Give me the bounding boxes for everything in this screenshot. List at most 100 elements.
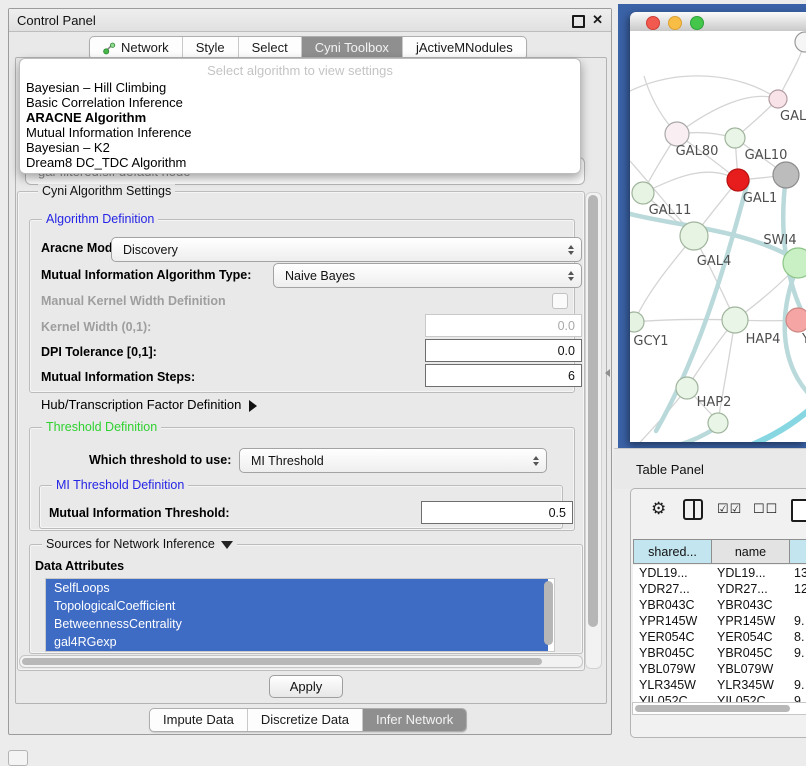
table-cell[interactable]: 8. <box>794 629 804 645</box>
dropdown-item[interactable]: Bayesian – K2 <box>20 140 580 155</box>
apply-button[interactable]: Apply <box>269 675 343 698</box>
hub-transcription-factor-section[interactable]: Hub/Transcription Factor Definition <box>41 397 257 412</box>
scrollbar-thumb[interactable] <box>588 195 598 627</box>
scrollbar-thumb[interactable] <box>22 658 542 665</box>
table-row[interactable]: YIL052C YIL052C 9. <box>633 693 806 702</box>
tab-cyni-toolbox[interactable]: Cyni Toolbox <box>301 37 402 59</box>
scrollbar-thumb[interactable] <box>635 705 790 712</box>
table-row[interactable]: YBL079W YBL079W <box>633 661 806 677</box>
table-horizontal-scrollbar[interactable] <box>632 702 806 715</box>
settings-horizontal-scrollbar[interactable] <box>19 655 583 668</box>
table-cell[interactable]: 12 <box>794 581 806 597</box>
table-row[interactable]: YBR045CYBR045C9. <box>633 645 806 661</box>
table-cell[interactable]: YER054C <box>639 629 695 645</box>
table-row[interactable]: YER054C YER054C 8. <box>633 629 806 645</box>
column-header-partial[interactable] <box>789 539 806 564</box>
table-row[interactable]: YDR27... YDR27... 12 <box>633 581 806 597</box>
list-item[interactable]: SelfLoops <box>46 579 548 597</box>
tab-infer-network[interactable]: Infer Network <box>362 709 466 731</box>
network-node[interactable] <box>727 169 749 191</box>
table-row[interactable]: YBR043C YBR043C <box>633 597 806 613</box>
expand-arrow-icon[interactable] <box>249 400 257 412</box>
tab-discretize-data[interactable]: Discretize Data <box>247 709 362 731</box>
table-cell[interactable]: YBR045C <box>639 645 695 661</box>
which-threshold-combobox[interactable]: MI Threshold <box>239 448 547 473</box>
splitpane-collapse-arrow-icon[interactable] <box>605 369 610 377</box>
table-cell[interactable]: YLR345W <box>717 677 774 693</box>
table-row[interactable]: YPR145W YPR145W 9. <box>633 613 806 629</box>
network-node[interactable] <box>680 222 708 250</box>
table-cell[interactable]: YPR145W <box>717 613 775 629</box>
network-canvas[interactable]: GALGAL80GAL10GAL1GAL11SWI4GAL4GCY1HAP4YH… <box>630 31 806 442</box>
table-cell[interactable]: YDR27... <box>639 581 690 597</box>
mi-threshold-field[interactable]: 0.5 <box>421 501 573 524</box>
table-row[interactable]: YLR345W YLR345W 9. <box>633 677 806 693</box>
select-all-checkboxes-icon[interactable]: ☑☑ <box>717 499 742 519</box>
close-icon[interactable]: ✕ <box>592 12 603 28</box>
table-cell[interactable]: YDL19... <box>717 565 766 581</box>
table-cell[interactable]: YBR043C <box>717 597 773 613</box>
tab-style[interactable]: Style <box>182 37 238 59</box>
manual-kernel-width-checkbox[interactable] <box>552 293 568 309</box>
network-node[interactable] <box>773 162 799 188</box>
aracne-mode-combobox[interactable]: Discovery <box>111 237 582 262</box>
dpi-tolerance-field[interactable]: 0.0 <box>425 339 582 362</box>
collapse-arrow-icon[interactable] <box>221 541 233 549</box>
table-cell[interactable]: 9. <box>794 645 804 661</box>
dropdown-item-aracne[interactable]: ARACNE Algorithm <box>20 110 580 125</box>
mi-steps-field[interactable]: 6 <box>425 364 582 387</box>
network-node[interactable] <box>725 128 745 148</box>
network-node[interactable] <box>676 377 698 399</box>
table-cell[interactable]: YBL079W <box>639 661 695 677</box>
close-traffic-icon[interactable] <box>646 16 660 30</box>
tab-jactivemnodules[interactable]: jActiveMNodules <box>402 37 526 59</box>
table-cell[interactable]: YIL052C <box>717 693 766 702</box>
split-columns-icon[interactable] <box>683 499 703 520</box>
settings-vertical-scrollbar[interactable] <box>585 192 602 669</box>
table-cell[interactable]: YPR145W <box>639 613 697 629</box>
list-item[interactable]: TopologicalCoefficient <box>46 597 548 615</box>
document-icon[interactable] <box>791 499 806 522</box>
list-item[interactable]: gal4RGexp <box>46 633 548 651</box>
column-header-shared[interactable]: shared... <box>633 539 712 564</box>
network-node[interactable] <box>630 312 644 332</box>
network-window-titlebar[interactable] <box>630 12 806 32</box>
network-node[interactable] <box>786 308 806 332</box>
network-node[interactable] <box>665 122 689 146</box>
dropdown-item[interactable]: Dream8 DC_TDC Algorithm <box>20 155 580 170</box>
dropdown-item[interactable]: Bayesian – Hill Climbing <box>20 80 580 95</box>
network-node[interactable] <box>795 32 806 52</box>
dropdown-item[interactable]: Mutual Information Inference <box>20 125 580 140</box>
table-row[interactable]: YDL19... YDL19... 13 <box>633 565 806 581</box>
table-cell[interactable]: 9. <box>794 693 804 702</box>
gear-icon[interactable]: ⚙ <box>651 499 666 519</box>
minimize-traffic-icon[interactable] <box>668 16 682 30</box>
dropdown-item[interactable]: Basic Correlation Inference <box>20 95 580 110</box>
table-cell[interactable]: YLR345W <box>639 677 696 693</box>
zoom-traffic-icon[interactable] <box>690 16 704 30</box>
column-header-name[interactable]: name <box>711 539 790 564</box>
float-window-icon[interactable] <box>572 15 585 28</box>
kernel-width-field[interactable]: 0.0 <box>425 314 582 337</box>
table-cell[interactable]: 9. <box>794 677 804 693</box>
tab-network[interactable]: Network <box>90 37 182 59</box>
network-node[interactable] <box>722 307 748 333</box>
mi-algorithm-type-combobox[interactable]: Naive Bayes <box>273 263 582 288</box>
table-cell[interactable]: YER054C <box>717 629 773 645</box>
deselect-all-checkboxes-icon[interactable]: ☐☐ <box>753 499 778 519</box>
table-cell[interactable]: YBL079W <box>717 661 773 677</box>
list-scrollbar-thumb[interactable] <box>544 581 553 645</box>
minimized-panel-icon[interactable] <box>8 750 28 766</box>
network-node[interactable] <box>632 182 654 204</box>
tab-impute-data[interactable]: Impute Data <box>150 709 247 731</box>
table-cell[interactable]: YDR27... <box>717 581 768 597</box>
table-cell[interactable]: 13 <box>794 565 806 581</box>
list-item[interactable]: BetweennessCentrality <box>46 615 548 633</box>
network-node[interactable] <box>708 413 728 433</box>
table-cell[interactable]: YDL19... <box>639 565 688 581</box>
tab-select[interactable]: Select <box>238 37 301 59</box>
table-cell[interactable]: YIL052C <box>639 693 688 702</box>
table-cell[interactable]: YBR043C <box>639 597 695 613</box>
table-cell[interactable]: 9. <box>794 613 804 629</box>
network-node[interactable] <box>769 90 787 108</box>
